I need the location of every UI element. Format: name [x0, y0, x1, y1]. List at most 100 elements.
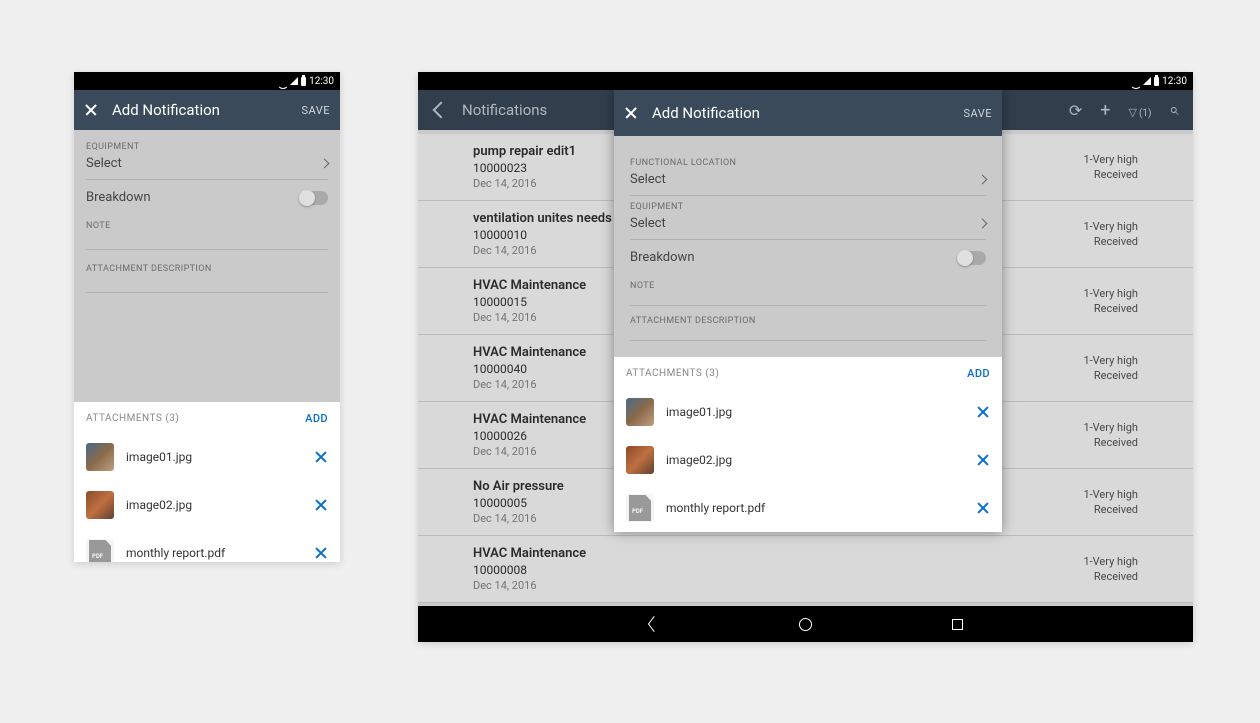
delete-attachment-button[interactable]	[314, 498, 328, 512]
notif-priority: 1-Very high	[1083, 153, 1138, 166]
close-icon[interactable]	[84, 103, 98, 117]
notif-id: 10000015	[473, 295, 586, 309]
notif-priority: 1-Very high	[1083, 421, 1138, 434]
signal-icon	[290, 77, 298, 85]
page-title: Add Notification	[112, 101, 302, 119]
tablet-mockup: 12:30 Notifications (1) pump repair edit…	[418, 72, 1193, 642]
notif-status: Received	[1083, 302, 1138, 315]
notif-status: Received	[1083, 436, 1138, 449]
battery-icon	[301, 77, 306, 86]
status-time: 12:30	[1162, 76, 1187, 87]
notif-status: Received	[1083, 503, 1138, 516]
nav-recent-icon[interactable]	[952, 619, 963, 630]
attachment-item: monthly report.pdf	[614, 484, 1002, 532]
notif-status: Received	[1083, 235, 1138, 248]
notif-status: Received	[1083, 369, 1138, 382]
breakdown-toggle[interactable]	[300, 191, 328, 205]
status-time: 12:30	[309, 76, 334, 87]
pdf-icon	[86, 539, 114, 562]
file-name: image02.jpg	[666, 453, 964, 467]
notif-priority: 1-Very high	[1083, 488, 1138, 501]
file-name: image01.jpg	[126, 450, 302, 464]
save-button[interactable]: SAVE	[302, 104, 331, 117]
nav-home-icon[interactable]	[799, 618, 812, 631]
notif-title: HVAC Maintenance	[473, 278, 586, 293]
add-icon[interactable]	[1100, 100, 1110, 121]
attach-desc-input[interactable]	[630, 340, 986, 341]
notif-date: Dec 14, 2016	[473, 512, 564, 525]
attach-desc-input[interactable]	[86, 292, 328, 293]
image-thumbnail	[86, 443, 114, 471]
note-input[interactable]	[86, 249, 328, 250]
notif-id: 10000008	[473, 563, 586, 577]
notif-title: HVAC Maintenance	[473, 345, 586, 360]
equipment-select[interactable]: Select	[630, 212, 986, 240]
delete-attachment-button[interactable]	[976, 405, 990, 419]
chevron-right-icon	[320, 159, 330, 169]
equipment-value: Select	[86, 156, 122, 171]
notification-item[interactable]: HVAC Maintenance10000008Dec 14, 20161-Ve…	[418, 536, 1193, 603]
image-thumbnail	[86, 491, 114, 519]
file-name: image02.jpg	[126, 498, 302, 512]
breakdown-label: Breakdown	[86, 190, 151, 205]
attach-desc-label: ATTACHMENT DESCRIPTION	[86, 264, 328, 274]
notif-priority: 1-Very high	[1083, 354, 1138, 367]
notif-title: ventilation unites needs	[473, 211, 612, 226]
notif-title: HVAC Maintenance	[473, 412, 586, 427]
save-button[interactable]: SAVE	[964, 107, 993, 120]
add-attachment-button[interactable]: ADD	[967, 367, 990, 380]
file-name: image01.jpg	[666, 405, 964, 419]
notif-date: Dec 14, 2016	[473, 378, 586, 391]
notif-date: Dec 14, 2016	[473, 244, 612, 257]
equipment-select[interactable]: Select	[86, 152, 328, 180]
attachment-item: image02.jpg	[74, 481, 340, 529]
attachments-title: ATTACHMENTS (3)	[626, 368, 719, 379]
attachment-item: image01.jpg	[614, 388, 1002, 436]
notif-id: 10000010	[473, 228, 612, 242]
search-icon[interactable]	[1169, 100, 1179, 120]
status-bar: 12:30	[74, 72, 340, 90]
func-loc-label: FUNCTIONAL LOCATION	[630, 158, 986, 168]
filter-icon[interactable]: (1)	[1128, 101, 1151, 120]
file-name: monthly report.pdf	[126, 546, 302, 560]
delete-attachment-button[interactable]	[976, 501, 990, 515]
func-loc-select[interactable]: Select	[630, 168, 986, 196]
notif-title: HVAC Maintenance	[473, 546, 586, 561]
attachment-item: image02.jpg	[614, 436, 1002, 484]
notif-date: Dec 14, 2016	[473, 311, 586, 324]
close-icon[interactable]	[624, 106, 638, 120]
note-label: NOTE	[86, 221, 328, 231]
delete-attachment-button[interactable]	[976, 453, 990, 467]
note-input[interactable]	[630, 305, 986, 306]
pdf-icon	[626, 494, 654, 522]
image-thumbnail	[626, 446, 654, 474]
nav-back-icon[interactable]	[647, 616, 659, 632]
notif-id: 10000023	[473, 161, 576, 175]
add-attachment-button[interactable]: ADD	[305, 412, 328, 425]
android-nav-bar	[418, 606, 1193, 642]
delete-attachment-button[interactable]	[314, 546, 328, 560]
image-thumbnail	[626, 398, 654, 426]
back-icon[interactable]	[432, 102, 448, 118]
status-bar: 12:30	[418, 72, 1193, 90]
equipment-label: EQUIPMENT	[630, 202, 986, 212]
attachments-title: ATTACHMENTS (3)	[86, 413, 179, 424]
attachment-item: monthly report.pdf	[74, 529, 340, 562]
refresh-icon[interactable]	[1069, 101, 1082, 120]
note-label: NOTE	[630, 281, 986, 291]
notif-date: Dec 14, 2016	[473, 579, 586, 592]
wifi-icon	[1130, 77, 1140, 85]
notif-date: Dec 14, 2016	[473, 177, 576, 190]
breakdown-label: Breakdown	[630, 250, 695, 265]
wifi-icon	[277, 77, 287, 85]
notif-priority: 1-Very high	[1083, 287, 1138, 300]
attachments-section: ATTACHMENTS (3) ADD image01.jpg image02.j…	[74, 402, 340, 562]
chevron-right-icon	[978, 175, 988, 185]
delete-attachment-button[interactable]	[314, 450, 328, 464]
app-bar: Add Notification SAVE	[74, 90, 340, 130]
notif-status: Received	[1083, 570, 1138, 583]
equipment-label: EQUIPMENT	[86, 142, 328, 152]
breakdown-toggle[interactable]	[958, 251, 986, 265]
phone-mockup: 12:30 Add Notification SAVE EQUIPMENT Se…	[74, 72, 340, 562]
attachment-item: image01.jpg	[74, 433, 340, 481]
